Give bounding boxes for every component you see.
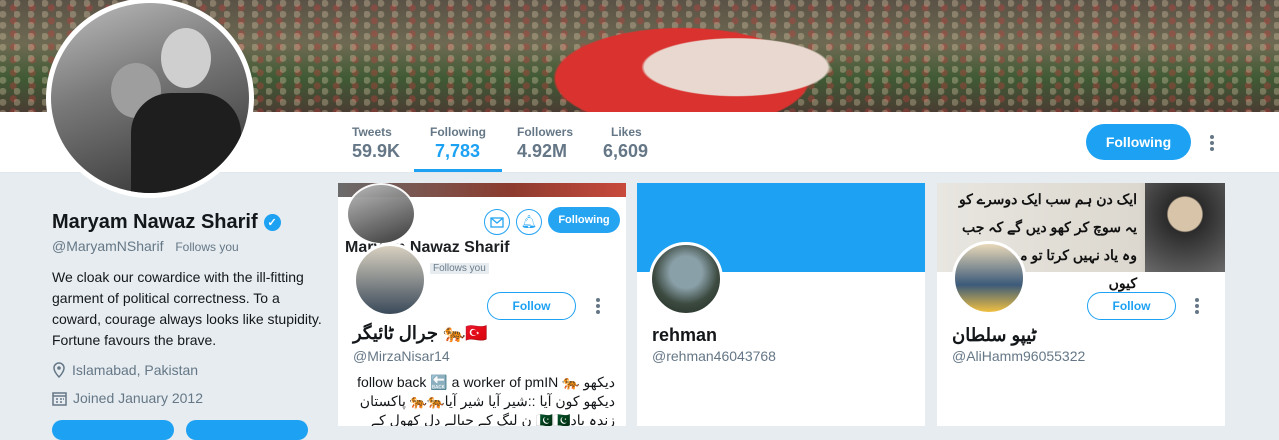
calendar-icon <box>52 391 67 406</box>
stat-followers-label: Followers <box>517 125 574 139</box>
card-name[interactable]: جرال ٹائیگر 🐅🇹🇷 <box>353 323 488 344</box>
card-handle[interactable]: @MirzaNisar14 <box>353 348 450 364</box>
embedded-avatar <box>346 183 416 245</box>
embedded-follows-you: Follows you <box>430 263 489 274</box>
message-button[interactable] <box>186 420 308 440</box>
user-card[interactable]: 🔔︎ Following Maryam Nawaz Sharif Follows… <box>338 183 626 426</box>
stat-following-value: 7,783 <box>435 141 481 161</box>
follows-you-badge: Follows you <box>175 240 239 254</box>
verified-badge-icon: ✓ <box>263 214 281 231</box>
card-name[interactable]: rehman <box>652 325 717 346</box>
card-avatar[interactable] <box>649 242 723 316</box>
profile-avatar[interactable] <box>46 0 254 198</box>
profile-joined-text: Joined January 2012 <box>73 390 203 406</box>
profile-location: Islamabad, Pakistan <box>52 362 198 378</box>
user-card[interactable]: ایک دن ہم سب ایک دوسرے کو یہ سوچ کر کھو … <box>937 183 1225 426</box>
banner-figure <box>520 0 880 112</box>
message-icon[interactable] <box>484 209 510 235</box>
stat-tweets[interactable]: Tweets 59.9K <box>352 125 400 162</box>
user-card[interactable]: rehman @rehman46043768 <box>637 183 925 426</box>
tweet-to-button[interactable] <box>52 420 174 440</box>
stat-following[interactable]: Following 7,783 <box>414 125 502 172</box>
follow-button[interactable]: Follow <box>1087 292 1176 320</box>
profile-handle[interactable]: @MaryamNSharif <box>52 238 163 254</box>
stat-followers-value: 4.92M <box>517 141 568 161</box>
stat-tweets-value: 59.9K <box>352 141 401 161</box>
card-avatar[interactable] <box>952 241 1026 315</box>
card-name[interactable]: ٹیپو سلطان <box>952 325 1037 346</box>
card-bio: دیکھو 🐅 follow back 🔙 a worker of pmIN د… <box>357 374 615 426</box>
follow-button[interactable]: Follow <box>487 292 576 320</box>
stat-likes[interactable]: Likes 6,609 <box>603 125 648 162</box>
profile-bio: We cloak our cowardice with the ill-fitt… <box>52 269 322 348</box>
stat-following-label: Following <box>430 125 486 139</box>
profile-handle-row: @MaryamNSharif Follows you <box>52 238 239 254</box>
card-avatar[interactable] <box>353 243 427 317</box>
following-button[interactable]: Following <box>1086 124 1191 160</box>
stat-likes-value: 6,609 <box>603 141 649 161</box>
profile-name: Maryam Nawaz Sharif <box>52 211 258 233</box>
stat-tweets-label: Tweets <box>352 125 392 139</box>
more-vertical-icon[interactable] <box>1210 135 1214 151</box>
profile-name-row: Maryam Nawaz Sharif ✓ <box>52 211 281 234</box>
stat-followers[interactable]: Followers 4.92M <box>517 125 573 162</box>
card-handle[interactable]: @rehman46043768 <box>652 348 776 364</box>
card-handle[interactable]: @AliHamm96055322 <box>952 348 1085 364</box>
profile-joined: Joined January 2012 <box>52 390 203 406</box>
more-vertical-icon[interactable] <box>596 298 600 314</box>
stat-likes-label: Likes <box>611 125 642 139</box>
profile-location-text: Islamabad, Pakistan <box>72 362 199 378</box>
bell-icon[interactable]: 🔔︎ <box>516 209 542 235</box>
more-vertical-icon[interactable] <box>1195 298 1199 314</box>
map-pin-icon <box>53 362 65 378</box>
embedded-following-button[interactable]: Following <box>548 207 620 233</box>
card-header-portrait <box>1145 183 1225 272</box>
